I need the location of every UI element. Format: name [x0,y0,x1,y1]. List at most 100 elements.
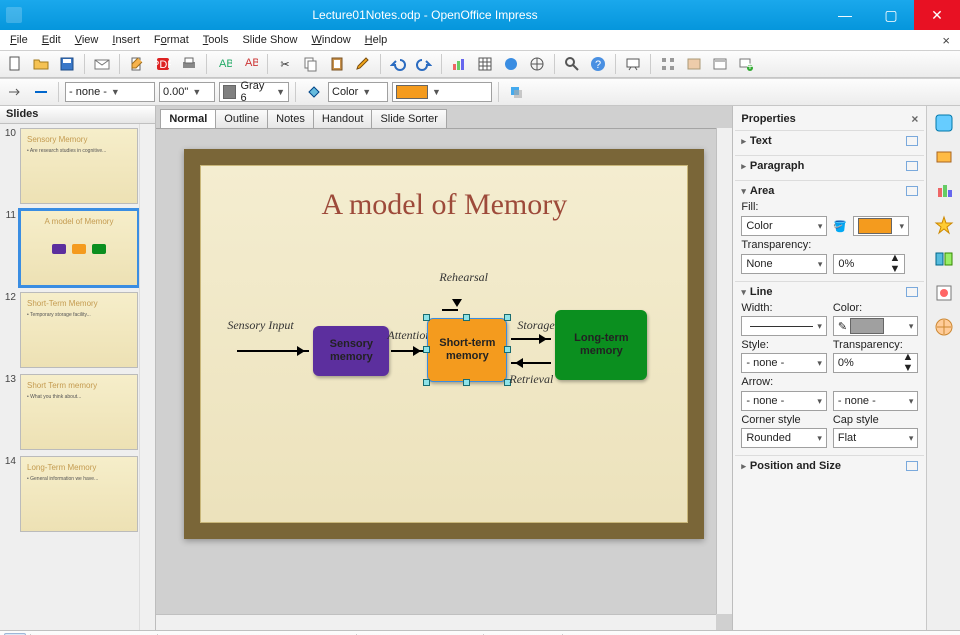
slide-thumb-12[interactable]: Short-Term Memory• Temporary storage fac… [20,292,138,368]
slide-frame: A model of Memory Sensory Input Sensory … [184,149,704,539]
slide-layout-icon[interactable] [709,53,731,75]
menu-insert[interactable]: Insert [106,32,146,48]
area-trans-value-spin[interactable]: 0%▲▼ [833,254,905,274]
dock-animation-icon[interactable] [931,178,957,204]
menu-tools[interactable]: Tools [197,32,235,48]
open-icon[interactable] [30,53,52,75]
paintbrush-icon[interactable] [352,53,374,75]
arrow-style-icon[interactable] [4,81,26,103]
chart-icon[interactable] [448,53,470,75]
line-arrow-end-combo[interactable]: - none -▾ [833,391,919,411]
dock-properties-icon[interactable] [931,110,957,136]
area-fill-mode-combo[interactable]: Color▾ [741,216,827,236]
save-icon[interactable] [56,53,78,75]
autospell-icon[interactable]: ABC [239,53,261,75]
arrow-rehearsal-up [442,309,458,311]
menu-help[interactable]: Help [359,32,394,48]
line-width-combo[interactable]: ▾ [741,316,827,336]
thumbs-scrollbar[interactable] [139,124,155,630]
area-trans-mode-combo[interactable]: None▾ [741,254,827,274]
line-style-icon[interactable] [30,81,52,103]
tab-slide-sorter[interactable]: Slide Sorter [371,109,446,128]
new-doc-icon[interactable] [4,53,26,75]
menu-edit[interactable]: Edit [36,32,67,48]
slide-design-icon[interactable] [683,53,705,75]
section-text[interactable]: Text [735,130,924,155]
slide-title[interactable]: A model of Memory [227,188,661,222]
copy-icon[interactable] [300,53,322,75]
drawing-toolbar: T A [0,630,960,635]
mail-icon[interactable] [91,53,113,75]
maximize-button[interactable]: ▢ [868,0,914,30]
cut-icon[interactable]: ✂ [274,53,296,75]
zoom-icon[interactable] [561,53,583,75]
slide-thumb-11[interactable]: A model of Memory [20,210,138,286]
fill-mode-combo[interactable]: Color▼ [328,82,388,102]
area-fill-color-combo[interactable]: ▾ [853,216,909,236]
dock-gallery-icon[interactable] [931,280,957,306]
print-icon[interactable] [178,53,200,75]
navigator-icon[interactable] [526,53,548,75]
dock-transition-icon[interactable] [931,246,957,272]
minimize-button[interactable]: — [822,0,868,30]
section-paragraph[interactable]: Paragraph [735,155,924,180]
box-short-term-memory[interactable]: Short-term memory [427,318,507,382]
slides-panel-header: Slides [0,106,155,124]
edit-doc-icon[interactable] [126,53,148,75]
box-sensory-memory[interactable]: Sensory memory [313,326,389,376]
slide-thumb-13[interactable]: Short Term memory• What you think about.… [20,374,138,450]
menu-window[interactable]: Window [306,32,357,48]
canvas-hscrollbar[interactable] [156,614,716,630]
line-style-combo[interactable]: - none -▾ [741,353,827,373]
pdf-icon[interactable]: PDF [152,53,174,75]
tab-handout[interactable]: Handout [313,109,373,128]
slide-canvas[interactable]: A model of Memory Sensory Input Sensory … [156,128,732,630]
line-cap-combo[interactable]: Flat▾ [833,428,919,448]
grid-icon[interactable] [657,53,679,75]
close-button[interactable]: ✕ [914,0,960,30]
properties-close-icon[interactable]: × [911,112,918,126]
section-position-size[interactable]: Position and Size [735,455,924,480]
line-corner-combo[interactable]: Rounded▾ [741,428,827,448]
help-icon[interactable]: ? [587,53,609,75]
new-slide-icon[interactable]: + [735,53,757,75]
dock-navigator-icon[interactable] [931,314,957,340]
line-effect-combo[interactable]: - none -▼ [65,82,155,102]
shadow-icon[interactable] [505,81,527,103]
menu-slideshow[interactable]: Slide Show [236,32,303,48]
line-width-combo[interactable]: 0.00"▼ [159,82,215,102]
tab-normal[interactable]: Normal [160,109,216,128]
slides-panel: Slides 10 Sensory Memory• Are research s… [0,106,156,630]
menu-file[interactable]: File [4,32,34,48]
spellcheck-icon[interactable]: ABC [213,53,235,75]
hyperlink-icon[interactable] [500,53,522,75]
label-sensory-input: Sensory Input [227,318,293,333]
line-color-combo[interactable]: ✎▾ [833,316,919,336]
redo-icon[interactable] [413,53,435,75]
sidebar-dock [926,106,960,630]
presentation-icon[interactable] [622,53,644,75]
section-expand-icon[interactable] [906,136,918,146]
slide-thumb-10[interactable]: Sensory Memory• Are research studies in … [20,128,138,204]
fill-color-combo[interactable]: ▼ [392,82,492,102]
fill-bucket-icon[interactable] [302,81,324,103]
line-arrow-start-combo[interactable]: - none -▾ [741,391,827,411]
slide-thumb-14[interactable]: Long-Term Memory• General information we… [20,456,138,532]
dock-effects-icon[interactable] [931,212,957,238]
line-trans-spin[interactable]: 0%▲▼ [833,353,919,373]
app-icon [6,7,22,23]
line-color-combo[interactable]: Gray 6▼ [219,82,289,102]
paste-icon[interactable] [326,53,348,75]
dock-master-icon[interactable] [931,144,957,170]
fill-bucket-small-icon[interactable]: 🪣 [833,220,847,233]
tab-outline[interactable]: Outline [215,109,268,128]
undo-icon[interactable] [387,53,409,75]
fill-color-swatch [396,85,428,99]
tab-notes[interactable]: Notes [267,109,314,128]
menu-view[interactable]: View [69,32,105,48]
document-close-button[interactable]: × [936,31,956,50]
table-icon[interactable] [474,53,496,75]
canvas-vscrollbar[interactable] [716,128,732,614]
box-long-term-memory[interactable]: Long-term memory [555,310,647,380]
menu-format[interactable]: Format [148,32,195,48]
